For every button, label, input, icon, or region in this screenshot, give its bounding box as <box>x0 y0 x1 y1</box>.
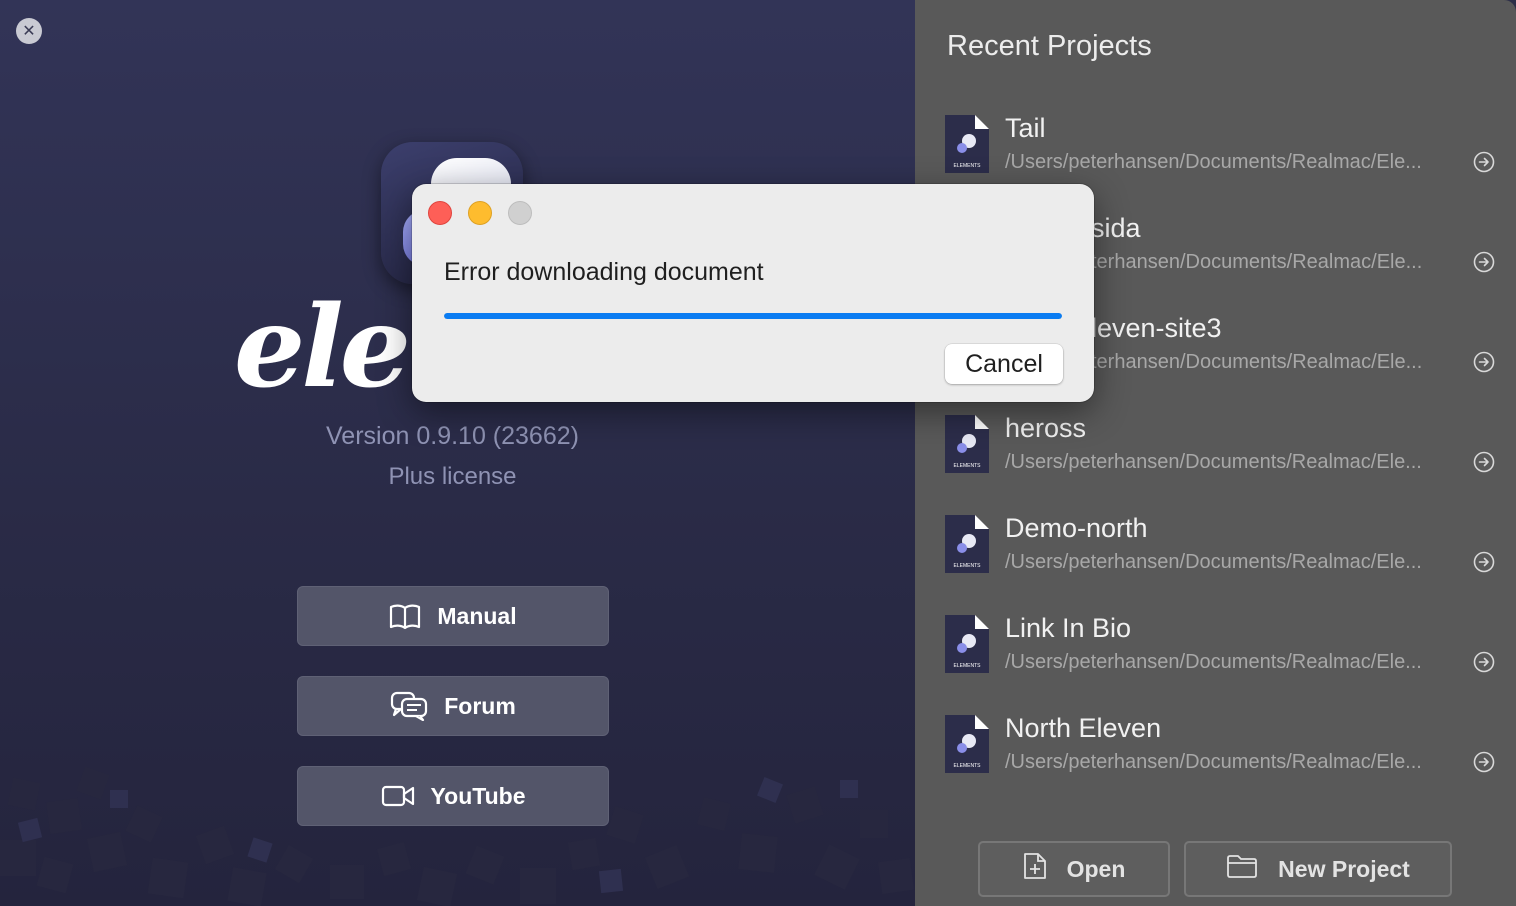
chat-bubbles-icon <box>390 691 428 721</box>
manual-label: Manual <box>437 602 517 629</box>
project-path: /Users/peterhansen/Documents/Realmac/Ele… <box>1005 651 1422 673</box>
download-progress-bar <box>444 313 1062 319</box>
window-zoom-button <box>508 201 532 225</box>
recent-projects-panel: Recent Projects ELEMENTS Tail /Users/pet… <box>915 0 1516 906</box>
folder-icon <box>1226 853 1258 885</box>
svg-text:ELEMENTS: ELEMENTS <box>954 163 982 169</box>
svg-text:ELEMENTS: ELEMENTS <box>954 763 982 769</box>
svg-text:ELEMENTS: ELEMENTS <box>954 663 982 669</box>
close-icon[interactable]: ✕ <box>16 18 42 44</box>
open-label: Open <box>1066 855 1126 882</box>
elements-document-icon: ELEMENTS <box>945 115 989 173</box>
arrow-right-circle-icon[interactable] <box>1473 251 1495 273</box>
arrow-right-circle-icon[interactable] <box>1473 651 1495 673</box>
new-project-button[interactable]: New Project <box>1184 841 1452 897</box>
cancel-button[interactable]: Cancel <box>945 344 1063 384</box>
recent-project-item[interactable]: ELEMENTS Link In Bio /Users/peterhansen/… <box>945 605 1505 685</box>
project-name: North Eleven <box>1005 713 1162 743</box>
recent-projects-title: Recent Projects <box>947 30 1152 62</box>
project-path: terhansen/Documents/Realmac/Ele... <box>1091 251 1423 273</box>
window-close-button[interactable] <box>428 201 452 225</box>
project-name: leven-site3 <box>1091 313 1222 343</box>
project-path: /Users/peterhansen/Documents/Realmac/Ele… <box>1005 151 1422 173</box>
svg-text:ELEMENTS: ELEMENTS <box>954 563 982 569</box>
dialog-message: Error downloading document <box>444 258 764 286</box>
project-path: /Users/peterhansen/Documents/Realmac/Ele… <box>1005 551 1422 573</box>
download-error-dialog: Error downloading document Cancel <box>412 184 1094 402</box>
elements-document-icon: ELEMENTS <box>945 615 989 673</box>
elements-document-icon: ELEMENTS <box>945 415 989 473</box>
elements-document-icon: ELEMENTS <box>945 515 989 573</box>
elements-document-icon: ELEMENTS <box>945 715 989 773</box>
recent-project-item[interactable]: ELEMENTS North Eleven /Users/peterhansen… <box>945 705 1505 785</box>
project-name: Demo-north <box>1005 513 1148 543</box>
recent-project-item[interactable]: ELEMENTS heross /Users/peterhansen/Docum… <box>945 405 1505 485</box>
window-minimize-button[interactable] <box>468 201 492 225</box>
progress-fill <box>444 313 1062 319</box>
forum-label: Forum <box>444 692 516 719</box>
arrow-right-circle-icon[interactable] <box>1473 751 1495 773</box>
arrow-right-circle-icon[interactable] <box>1473 151 1495 173</box>
project-name: Tail <box>1005 113 1046 143</box>
svg-text:ELEMENTS: ELEMENTS <box>954 463 982 469</box>
manual-button[interactable]: Manual <box>297 586 609 646</box>
arrow-right-circle-icon[interactable] <box>1473 351 1495 373</box>
new-project-label: New Project <box>1278 855 1410 882</box>
welcome-panel: ✕ eler Version 0.9.10 (23662) Plus licen… <box>0 0 915 906</box>
project-name: heross <box>1005 413 1087 443</box>
project-name: sida <box>1091 213 1141 243</box>
project-path: /Users/peterhansen/Documents/Realmac/Ele… <box>1005 751 1422 773</box>
decorative-cubes <box>0 766 915 906</box>
file-plus-icon <box>1023 852 1047 886</box>
recent-project-item[interactable]: ELEMENTS Demo-north /Users/peterhansen/D… <box>945 505 1505 585</box>
forum-button[interactable]: Forum <box>297 676 609 736</box>
arrow-right-circle-icon[interactable] <box>1473 451 1495 473</box>
license-text: Plus license <box>388 463 517 490</box>
project-path: /Users/peterhansen/Documents/Realmac/Ele… <box>1005 451 1422 473</box>
arrow-right-circle-icon[interactable] <box>1473 551 1495 573</box>
project-name: Link In Bio <box>1005 613 1132 643</box>
open-button[interactable]: Open <box>978 841 1170 897</box>
recent-project-item[interactable]: ELEMENTS Tail /Users/peterhansen/Documen… <box>945 105 1505 185</box>
version-text: Version 0.9.10 (23662) <box>326 422 579 450</box>
book-icon <box>389 602 421 630</box>
project-path: terhansen/Documents/Realmac/Ele... <box>1091 351 1423 373</box>
